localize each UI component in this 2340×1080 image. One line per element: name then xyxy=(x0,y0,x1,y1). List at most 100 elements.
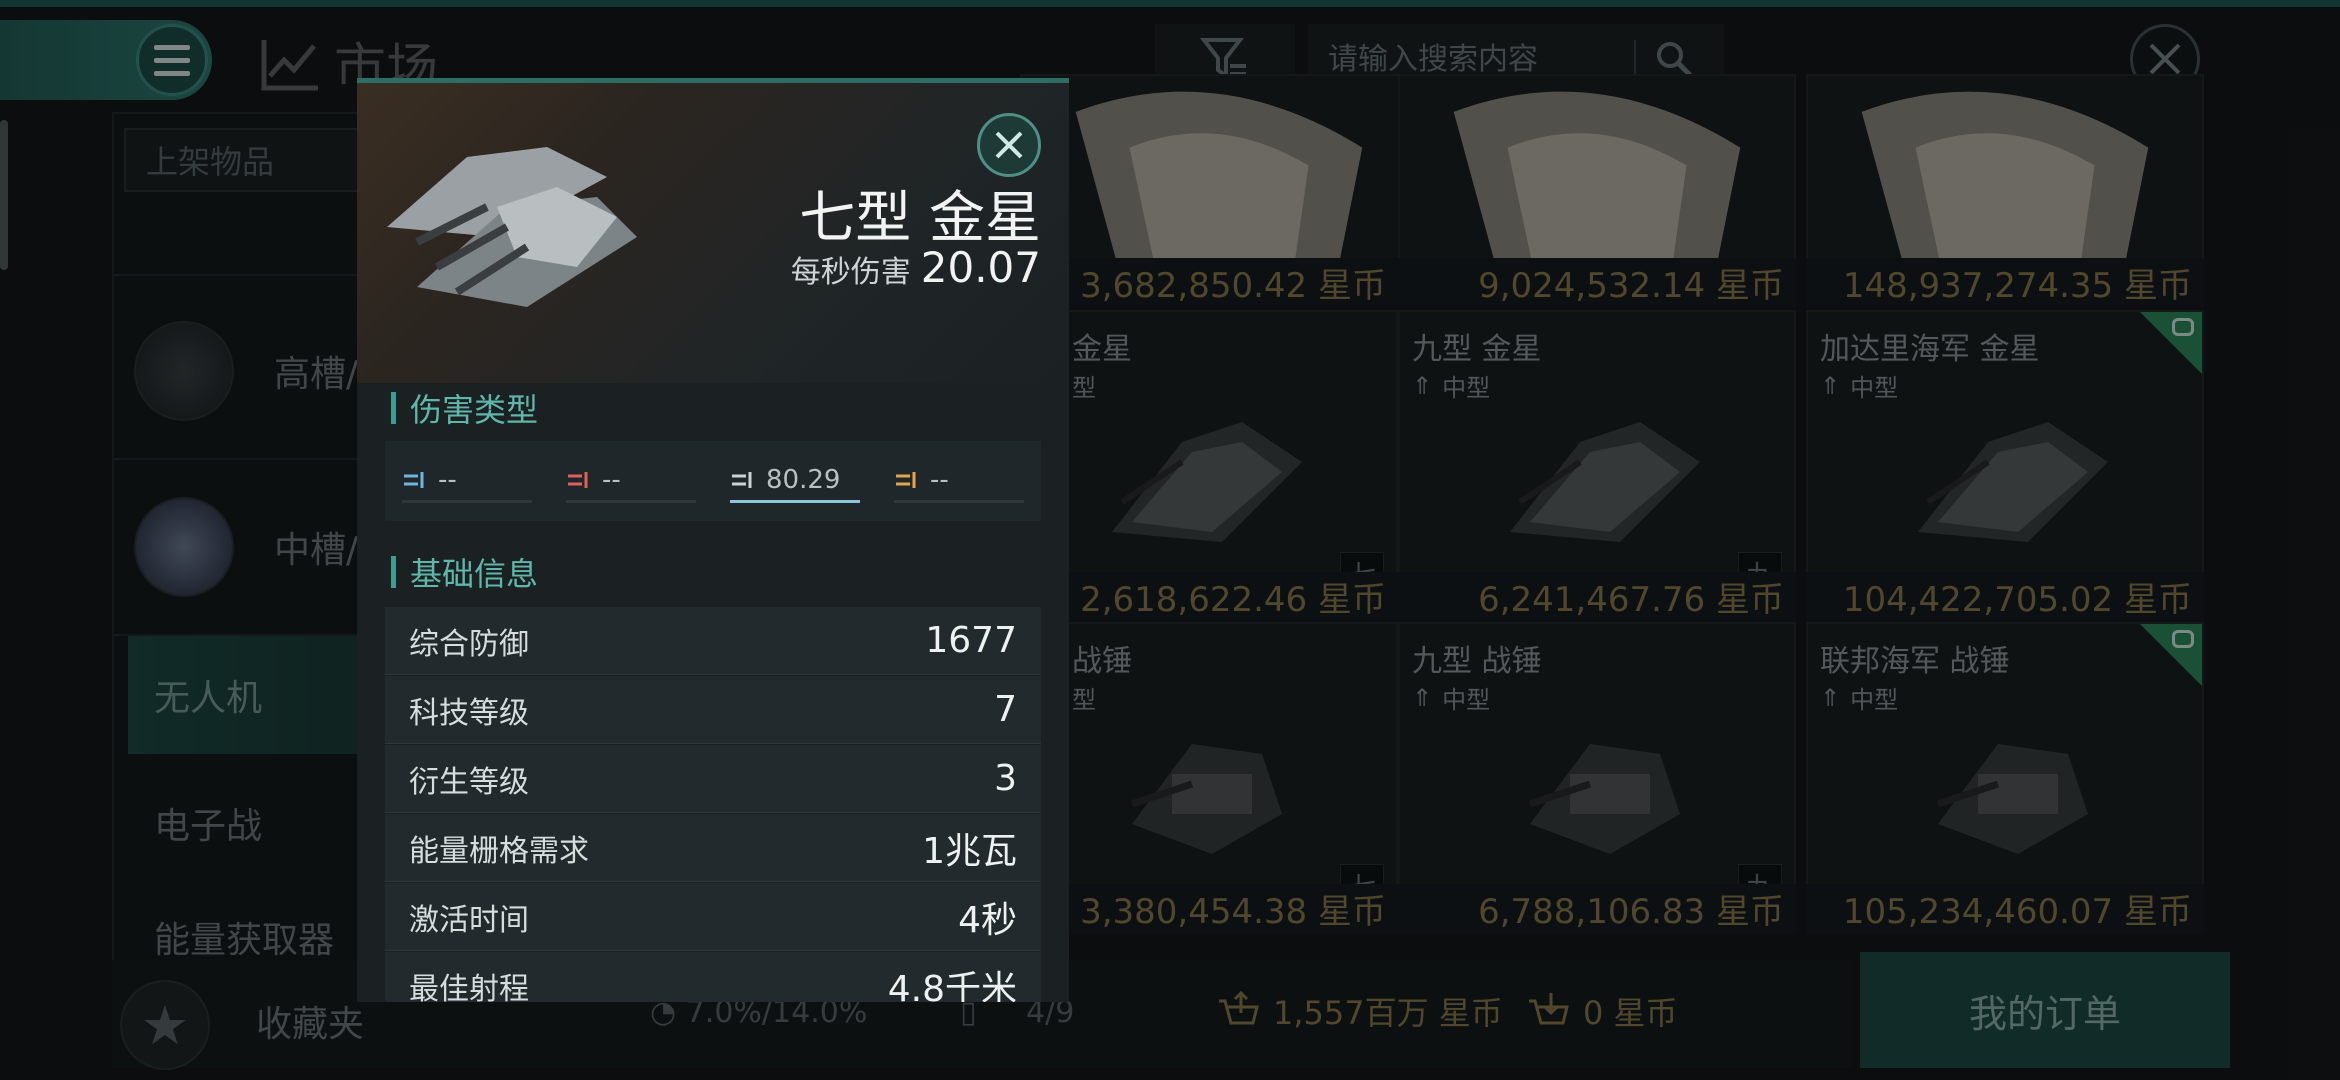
stat-label: 衍生等级 xyxy=(409,764,529,800)
ship-image xyxy=(1112,422,1302,542)
damage-value: -- xyxy=(930,464,949,495)
search-icon[interactable] xyxy=(1654,39,1694,79)
ship-image xyxy=(1510,422,1700,542)
category-thumb xyxy=(134,497,234,597)
sell-total-text: 1,557百万 星币 xyxy=(1273,994,1503,1032)
category-thumb xyxy=(134,321,234,421)
item-name: 金星 xyxy=(1072,332,1132,367)
faction-icon xyxy=(2172,318,2194,336)
item-name: 战锤 xyxy=(1072,644,1132,679)
stat-row: 最佳射程 4.8千米 xyxy=(385,952,1041,1002)
em-damage-icon xyxy=(404,471,424,488)
menu-button[interactable] xyxy=(136,24,208,96)
damage-value: 80.29 xyxy=(766,464,841,495)
item-ship-image xyxy=(387,147,637,307)
explosive-damage-icon xyxy=(896,471,916,488)
stat-value: 1兆瓦 xyxy=(922,830,1017,872)
damage-em[interactable]: -- xyxy=(402,459,532,503)
damage-type-row: -- -- 80.29 -- xyxy=(385,441,1041,521)
stat-value: 4.8千米 xyxy=(887,968,1017,1003)
stat-label: 能量栅格需求 xyxy=(409,833,589,869)
close-icon xyxy=(2149,43,2181,75)
damage-thermal[interactable]: -- xyxy=(566,459,696,503)
thermal-damage-icon xyxy=(568,471,588,488)
popup-close-button[interactable] xyxy=(977,113,1041,177)
product-card[interactable]: 九型 金星 ⇑中型 九 xyxy=(1398,310,1796,614)
category-label: 能量获取器 xyxy=(154,920,335,961)
search-divider xyxy=(1634,40,1636,78)
stat-row: 科技等级 7 xyxy=(385,676,1041,744)
item-title: 七型 金星 xyxy=(799,186,1041,251)
price-label: 148,937,274.35 星币 xyxy=(1806,258,2204,308)
item-name: 九型 战锤 xyxy=(1412,644,1542,679)
stat-row: 衍生等级 3 xyxy=(385,745,1041,813)
buy-total-text: 0 星币 xyxy=(1583,994,1678,1032)
left-scrollbar[interactable] xyxy=(0,120,8,270)
category-label: 无人机 xyxy=(154,678,263,719)
price-label: 6,788,106.83 星币 xyxy=(1398,884,1796,934)
stat-value: 1677 xyxy=(925,620,1017,661)
favorites-star-icon[interactable]: ★ xyxy=(120,980,210,1070)
size-class-icon: ⇑ xyxy=(1820,683,1841,712)
dps-readout: 每秒伤害 20.07 xyxy=(791,243,1041,292)
category-label: 电子战 xyxy=(154,806,263,847)
stat-row: 综合防御 1677 xyxy=(385,607,1041,675)
dps-label: 每秒伤害 xyxy=(790,255,911,290)
my-orders-button[interactable]: 我的订单 xyxy=(1860,952,2230,1068)
section-marker xyxy=(391,556,396,588)
item-name: 联邦海军 战锤 xyxy=(1820,644,2010,679)
stat-label: 最佳射程 xyxy=(409,971,529,1003)
basic-info-heading: 基础信息 xyxy=(391,549,538,595)
item-name: 加达里海军 金星 xyxy=(1820,332,2040,367)
faction-icon xyxy=(2172,630,2194,648)
damage-kinetic[interactable]: 80.29 xyxy=(730,459,860,503)
size-label: 中型 xyxy=(1442,374,1491,402)
damage-type-heading: 伤害类型 xyxy=(391,385,538,431)
size-class-icon: ⇑ xyxy=(1820,371,1841,400)
market-chart-icon xyxy=(261,39,318,90)
dps-value: 20.07 xyxy=(920,243,1041,292)
stat-row: 激活时间 4秒 xyxy=(385,883,1041,951)
top-accent-line xyxy=(0,0,2340,7)
menu-icon xyxy=(154,44,190,50)
size-class-icon: ⇑ xyxy=(1412,683,1433,712)
buy-cart-icon xyxy=(1529,993,1569,1025)
favorites-label[interactable]: 收藏夹 xyxy=(256,995,364,1047)
ship-image xyxy=(1130,744,1282,854)
stat-value: 7 xyxy=(994,689,1017,730)
stat-value: 3 xyxy=(994,758,1017,799)
buy-total: 0 星币 xyxy=(1525,988,1678,1034)
stat-label: 综合防御 xyxy=(409,626,529,662)
price-label: 9,024,532.14 星币 xyxy=(1398,258,1796,308)
size-label: 中型 xyxy=(1850,374,1899,402)
stats-list[interactable]: 综合防御 1677 科技等级 7 衍生等级 3 能量栅格需求 1兆瓦 激活时间 4秒 最佳… xyxy=(385,607,1041,1002)
search-input[interactable] xyxy=(1328,41,1628,77)
product-card[interactable]: 九型 战锤 ⇑中型 九 xyxy=(1398,622,1796,926)
category-label: 中槽/ xyxy=(274,530,359,571)
kinetic-damage-icon xyxy=(732,471,752,488)
category-label: 高槽/ xyxy=(274,354,359,395)
stat-row: 能量栅格需求 1兆瓦 xyxy=(385,814,1041,882)
size-label: 中型 xyxy=(1850,686,1899,714)
damage-value: -- xyxy=(438,464,457,495)
stat-value: 4秒 xyxy=(958,899,1017,941)
ship-image xyxy=(1528,744,1680,854)
item-detail-popup: 七型 金星 每秒伤害 20.07 伤害类型 -- -- 80.29 -- 基础信… xyxy=(357,78,1069,1002)
product-card[interactable]: 联邦海军 战锤 ⇑ 中型 xyxy=(1806,622,2204,926)
price-label: 105,234,460.07 星币 xyxy=(1806,884,2204,934)
stat-label: 科技等级 xyxy=(409,695,529,731)
product-card[interactable]: 加达里海军 金星 ⇑ 中型 xyxy=(1806,310,2204,614)
damage-value: -- xyxy=(602,464,621,495)
section-marker xyxy=(391,392,396,424)
size-label: 中型 xyxy=(1442,686,1491,714)
price-label: 6,241,467.76 星币 xyxy=(1398,572,1796,622)
ship-image xyxy=(1936,744,2088,854)
ship-image xyxy=(1918,422,2108,542)
sell-total: 1,557百万 星币 xyxy=(1215,988,1503,1034)
close-icon xyxy=(995,131,1023,159)
price-label: 104,422,705.02 星币 xyxy=(1806,572,2204,622)
sell-cart-icon xyxy=(1219,990,1259,1025)
stat-label: 激活时间 xyxy=(409,902,529,938)
damage-explosive[interactable]: -- xyxy=(894,459,1024,503)
item-name: 九型 金星 xyxy=(1412,332,1542,367)
